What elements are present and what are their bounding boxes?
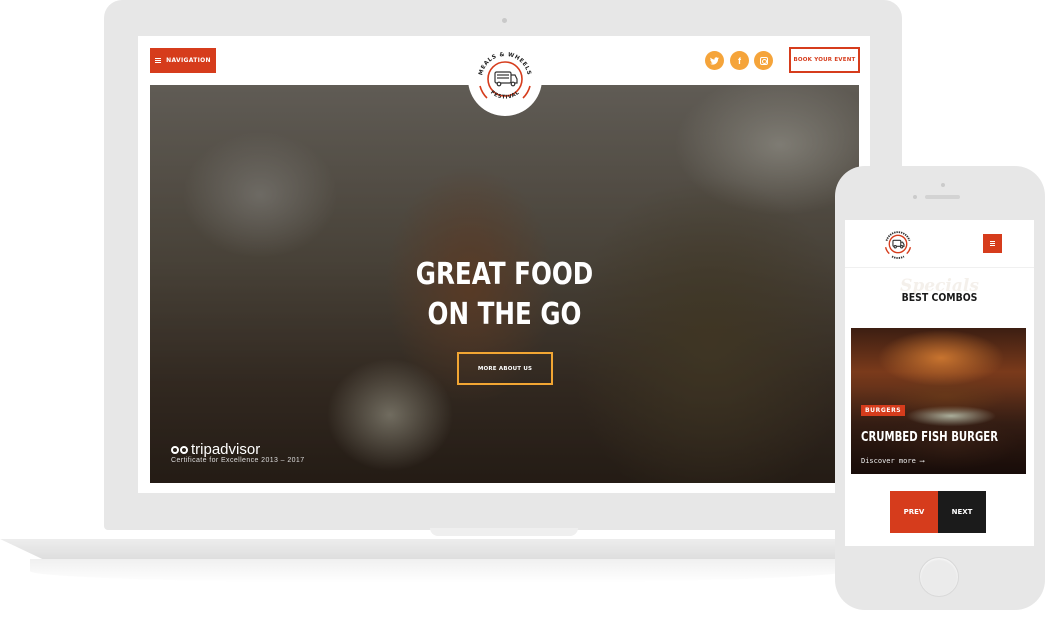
desktop-site: NAVIGATION f BOOK YOUR EVENT MEALS & WHE… — [138, 36, 870, 493]
prev-label: PREV — [903, 508, 925, 516]
phone-home-button[interactable] — [919, 557, 959, 597]
navigation-label: NAVIGATION — [166, 57, 211, 64]
hamburger-icon — [990, 241, 995, 246]
tripadvisor-logo[interactable]: tripadvisor — [171, 441, 260, 458]
hero-title-line-1: GREAT FOOD — [415, 257, 594, 292]
tripadvisor-certificate: Certificate for Excellence 2013 – 2017 — [171, 457, 305, 464]
card-image — [851, 328, 1026, 474]
logo-badge-icon: MEALS & WHEELS FESTIVAL — [478, 52, 531, 101]
hamburger-icon — [155, 58, 162, 63]
phone-speaker — [925, 195, 960, 199]
section-title: BEST COMBOS — [901, 291, 978, 304]
mobile-header — [845, 220, 1034, 268]
discover-more-link[interactable]: Discover more ⟶ — [861, 457, 924, 465]
prev-button[interactable]: PREV — [890, 491, 938, 533]
facebook-icon: f — [738, 55, 741, 66]
more-about-us-label: MORE ABOUT US — [477, 365, 533, 372]
book-label: BOOK YOUR EVENT — [793, 57, 856, 63]
instagram-button[interactable] — [754, 51, 773, 70]
logo-bottom-text: FESTIVAL — [489, 90, 520, 101]
instagram-icon — [759, 56, 768, 65]
mobile-logo[interactable] — [881, 227, 915, 261]
phone-camera — [913, 195, 917, 199]
laptop-base — [0, 539, 845, 559]
site-logo[interactable]: MEALS & WHEELS FESTIVAL — [468, 42, 542, 116]
mobile-menu-button[interactable] — [983, 234, 1002, 253]
mobile-site: Specials BEST COMBOS BURGERS CRUMBED FIS… — [845, 220, 1034, 546]
card-title[interactable]: CRUMBED FISH BURGER — [861, 430, 998, 445]
laptop-camera — [502, 18, 507, 23]
food-truck-icon — [892, 239, 905, 249]
food-truck-icon — [494, 71, 518, 87]
navigation-button[interactable]: NAVIGATION — [150, 48, 216, 73]
twitter-button[interactable] — [705, 51, 724, 70]
phone-sensor — [941, 183, 945, 187]
tripadvisor-name: tripadvisor — [191, 441, 261, 458]
combo-card[interactable]: BURGERS CRUMBED FISH BURGER Discover mor… — [851, 328, 1026, 474]
category-badge[interactable]: BURGERS — [861, 405, 906, 416]
more-about-us-button[interactable]: MORE ABOUT US — [457, 352, 553, 385]
hero-section: GREAT FOOD ON THE GO MORE ABOUT US tripa… — [150, 85, 859, 483]
facebook-button[interactable]: f — [730, 51, 749, 70]
laptop-notch — [430, 528, 578, 536]
svg-text:FESTIVAL: FESTIVAL — [489, 90, 521, 101]
next-button[interactable]: NEXT — [938, 491, 986, 533]
twitter-icon — [710, 56, 719, 65]
logo-badge-icon — [884, 231, 912, 259]
laptop-shadow — [30, 559, 845, 583]
tripadvisor-owl-icon — [171, 445, 188, 454]
next-label: NEXT — [951, 508, 973, 516]
hero-title-line-2: ON THE GO — [427, 297, 582, 332]
book-your-event-button[interactable]: BOOK YOUR EVENT — [789, 47, 860, 73]
hero-title: GREAT FOOD ON THE GO — [214, 255, 795, 335]
